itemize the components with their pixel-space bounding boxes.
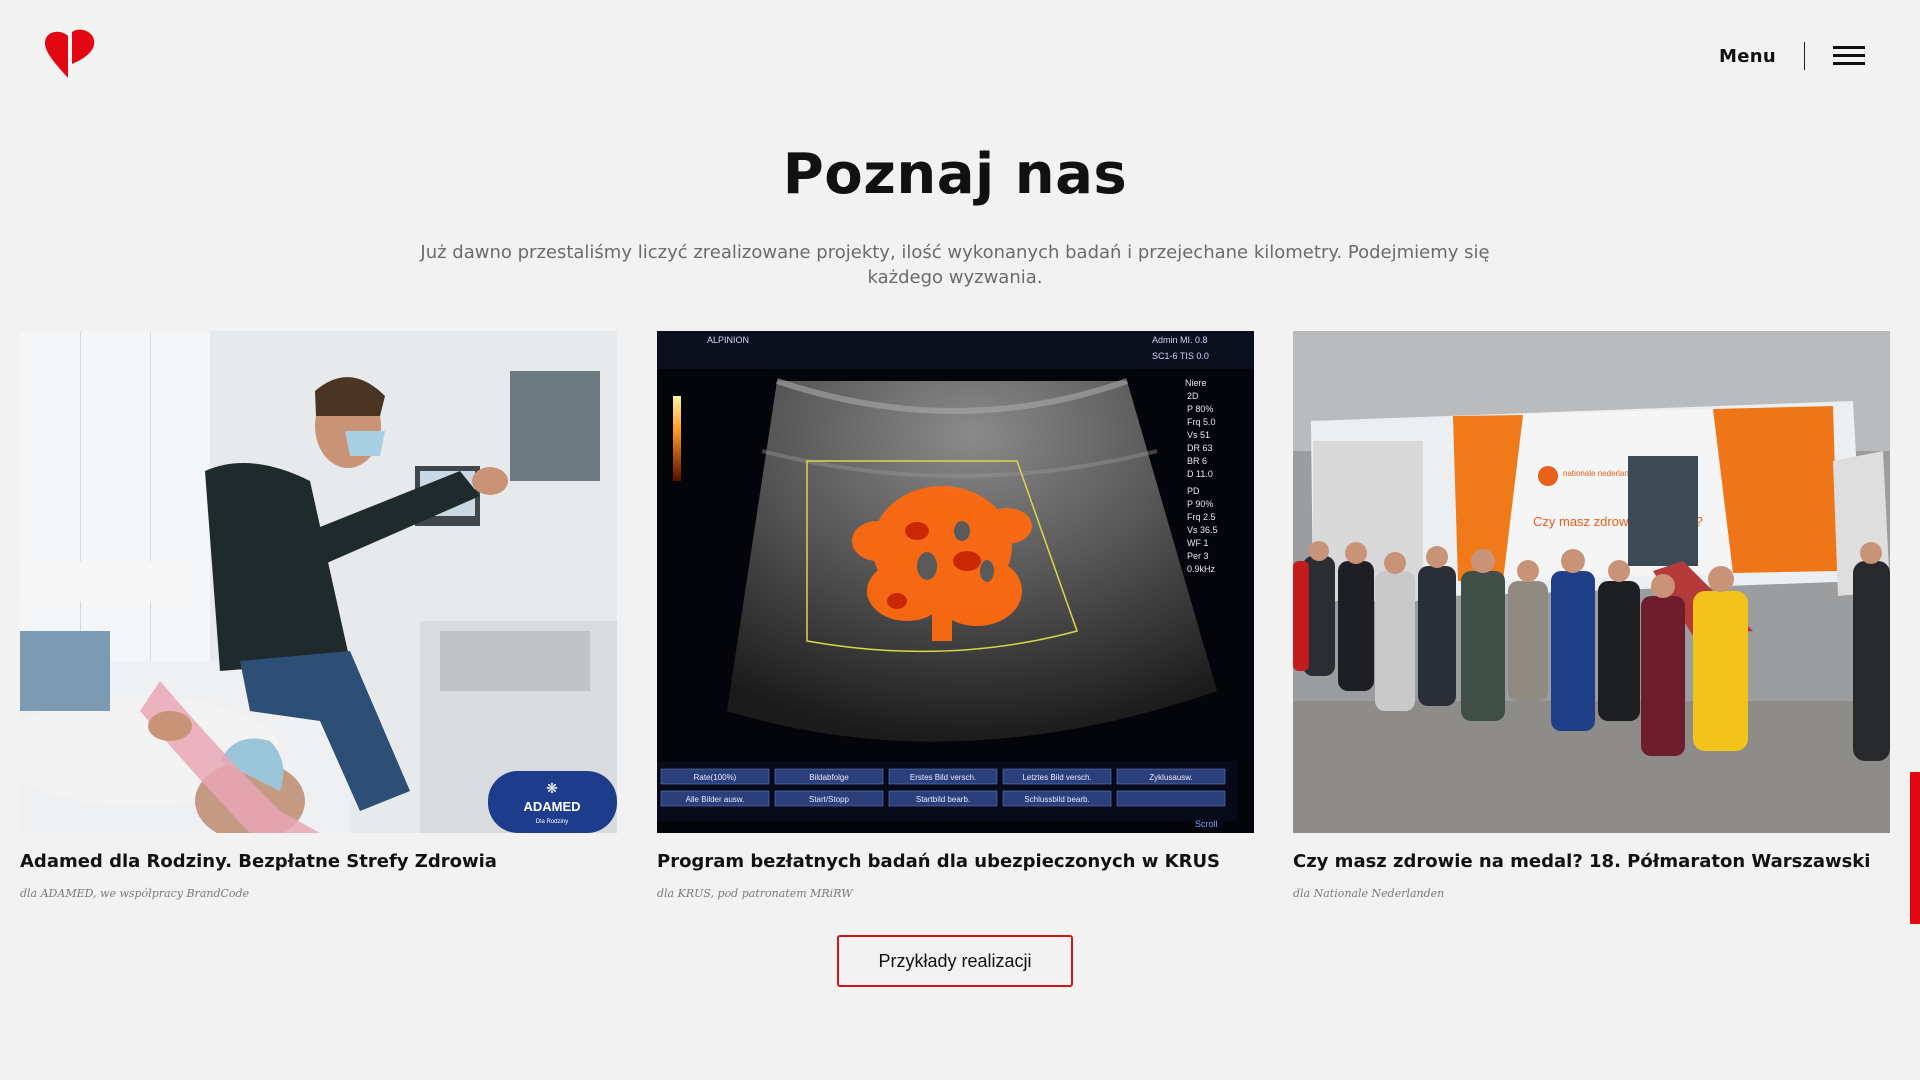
softkey: Rate(100%): [694, 773, 737, 782]
softkey: Erstes Bild versch.: [910, 773, 976, 782]
softkey: Start/Stopp: [809, 795, 850, 804]
us-brand: ALPINION: [707, 335, 749, 345]
menu-button[interactable]: Menu: [1719, 46, 1776, 67]
us-readout-9: P 90%: [1187, 499, 1213, 509]
section-title: Poznaj nas: [782, 142, 1128, 207]
us-readout-14: 0.9kHz: [1187, 564, 1216, 574]
heart-logo-icon[interactable]: [42, 28, 98, 80]
softkey: Zyklusausw.: [1149, 773, 1193, 782]
hamburger-icon[interactable]: [1833, 45, 1865, 67]
menu-divider: [1804, 42, 1805, 70]
side-accent-tab[interactable]: [1910, 772, 1920, 924]
project-title[interactable]: Czy masz zdrowie na medal? 18. Półmarato…: [1293, 851, 1913, 872]
project-title[interactable]: Program bezłatnych badań dla ubezpieczon…: [657, 851, 1277, 872]
project-card-nn[interactable]: nationale nederlanden Czy masz zdrowie n…: [1293, 331, 1890, 900]
section-intro: Już dawno przestaliśmy liczyć zrealizowa…: [420, 242, 1490, 288]
us-scroll: Scroll: [1195, 819, 1218, 829]
ultrasound-photo: ALPINION Admin MI. 0.8 SC1-6 TIS 0.0 Nie…: [657, 331, 1254, 833]
us-readout-0: Niere: [1185, 378, 1207, 388]
us-readout-11: Vs 36.5: [1187, 525, 1218, 535]
projects-grid: ❋ ADAMED Dla Rodziny Adamed dla Rodziny.…: [20, 331, 1890, 911]
softkey: Alle Bilder ausw.: [686, 795, 745, 804]
us-readout-12: WF 1: [1187, 538, 1209, 548]
project-image-adamed[interactable]: ❋ ADAMED Dla Rodziny: [20, 331, 617, 833]
site-header: Menu: [0, 0, 1910, 110]
project-client: dla ADAMED, we współpracy BrandCode: [20, 887, 250, 900]
softkey: Letztes Bild versch.: [1022, 773, 1091, 782]
us-readout-7: D 11.0: [1187, 469, 1213, 479]
doctor-patient-photo: ❋ ADAMED Dla Rodziny: [20, 331, 617, 833]
us-readout-6: BR 6: [1187, 456, 1207, 466]
marathon-truck-photo: nationale nederlanden Czy masz zdrowie n…: [1293, 331, 1890, 833]
examples-button[interactable]: Przykłady realizacji: [837, 935, 1073, 987]
adamed-badge-sub: Dla Rodziny: [536, 819, 568, 825]
us-readout-10: Frq 2.5: [1187, 512, 1216, 522]
us-readout-1: 2D: [1187, 391, 1199, 401]
project-image-nn[interactable]: nationale nederlanden Czy masz zdrowie n…: [1293, 331, 1890, 833]
us-readout-5: DR 63: [1187, 443, 1213, 453]
adamed-badge: ADAMED: [523, 799, 580, 814]
svg-text:❋: ❋: [546, 780, 558, 796]
us-readout-3: Frq 5.0: [1187, 417, 1216, 427]
us-top-right-1: Admin MI. 0.8: [1152, 335, 1208, 345]
project-title[interactable]: Adamed dla Rodziny. Bezpłatne Strefy Zdr…: [20, 851, 640, 872]
softkey: Bildabfolge: [809, 773, 849, 782]
us-readout-2: P 80%: [1187, 404, 1213, 414]
us-readout-8: PD: [1187, 486, 1200, 496]
project-client: dla Nationale Nederlanden: [1293, 887, 1445, 900]
us-readout-4: Vs 51: [1187, 430, 1210, 440]
project-client: dla KRUS, pod patronatem MRiRW: [657, 887, 853, 900]
us-readout-13: Per 3: [1187, 551, 1209, 561]
menu-area: Menu: [1719, 42, 1865, 70]
project-card-adamed[interactable]: ❋ ADAMED Dla Rodziny Adamed dla Rodziny.…: [20, 331, 617, 900]
project-card-krus[interactable]: ALPINION Admin MI. 0.8 SC1-6 TIS 0.0 Nie…: [657, 331, 1254, 900]
softkey: Startbild bearb.: [916, 795, 970, 804]
softkey: Schlussbild bearb.: [1024, 795, 1089, 804]
us-top-right-2: SC1-6 TIS 0.0: [1152, 351, 1209, 361]
project-image-krus[interactable]: ALPINION Admin MI. 0.8 SC1-6 TIS 0.0 Nie…: [657, 331, 1254, 833]
